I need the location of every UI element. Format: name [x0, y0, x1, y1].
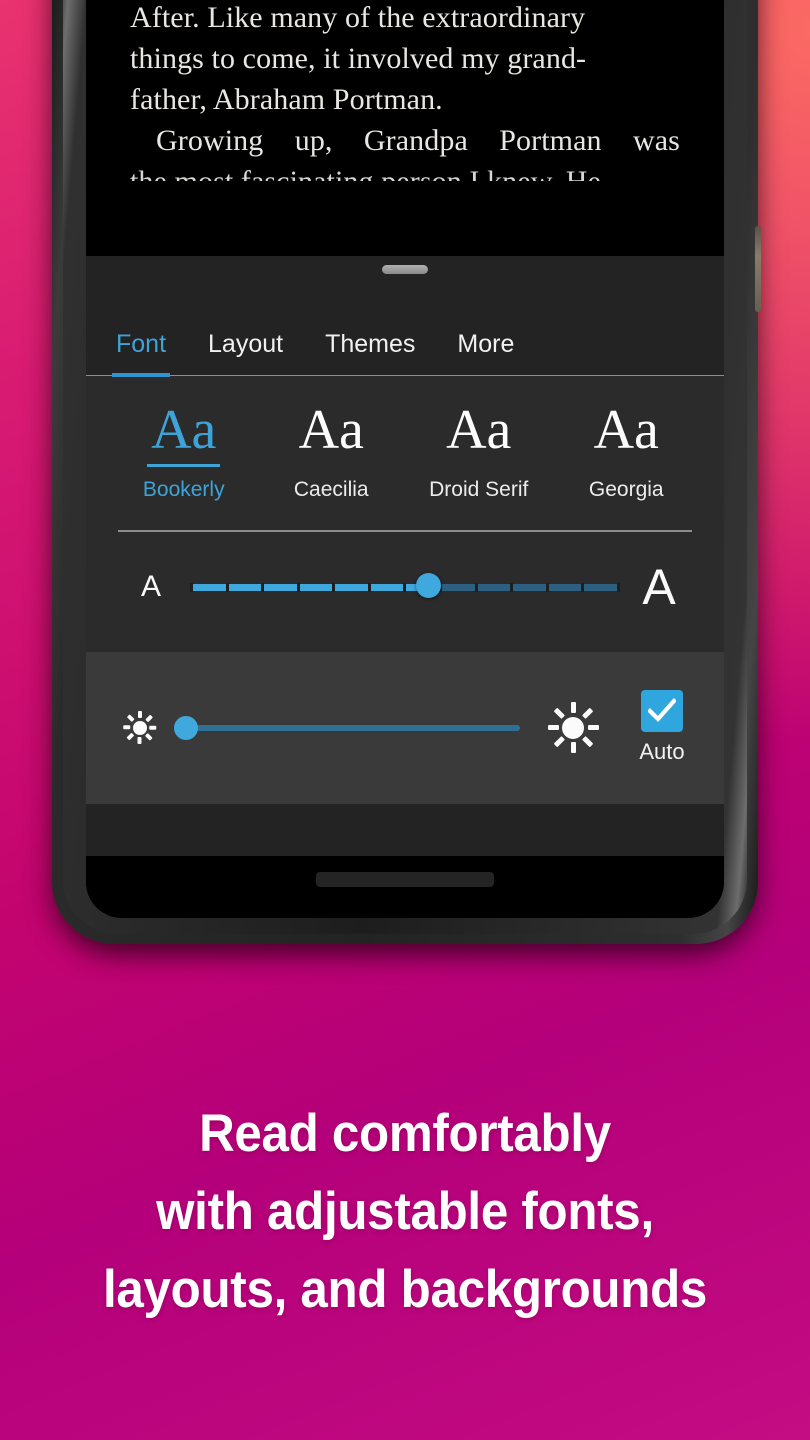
font-option-caecilia[interactable]: Aa Caecilia — [258, 394, 406, 512]
brightness-slider[interactable] — [174, 713, 528, 743]
font-sample-glyph: Aa — [593, 399, 659, 461]
font-sample-glyph: Aa — [446, 399, 512, 461]
book-word: Portman — [499, 124, 602, 157]
book-word: up, — [294, 124, 333, 157]
font-size-max-label: A — [642, 558, 676, 615]
font-sample-glyph: Aa — [147, 399, 221, 467]
home-indicator-bar[interactable] — [316, 872, 494, 887]
tab-layout[interactable]: Layout — [208, 330, 283, 375]
font-option-droid-serif[interactable]: Aa Droid Serif — [405, 394, 553, 512]
font-selection-zone: Aa Bookerly Aa Caecilia Aa Droid Serif A… — [86, 376, 724, 652]
font-size-row: A A — [86, 531, 724, 652]
sun-small-icon — [120, 708, 160, 748]
reader-settings-sheet: Font Layout Themes More Aa Bookerly Aa C… — [86, 256, 724, 856]
book-word: Grandpa — [363, 124, 468, 157]
font-option-georgia[interactable]: Aa Georgia — [553, 394, 701, 512]
phone-screen: split my life into halves: Before and Af… — [86, 0, 724, 918]
promo-caption-line-2: with adjustable fonts, — [156, 1182, 654, 1241]
font-option-label: Bookerly — [142, 478, 225, 501]
font-option-row: Aa Bookerly Aa Caecilia Aa Droid Serif A… — [86, 394, 724, 512]
font-option-label: Droid Serif — [429, 478, 529, 501]
home-indicator-area — [86, 856, 724, 918]
book-word: Growing — [156, 124, 264, 157]
font-sample-glyph: Aa — [298, 399, 364, 461]
sun-large-icon — [544, 699, 602, 757]
ebook-reading-page[interactable]: split my life into halves: Before and Af… — [86, 0, 724, 256]
phone-body: split my life into halves: Before and Af… — [52, 0, 761, 944]
book-text-line: Growing up, Grandpa Portman was — [130, 120, 680, 161]
tab-font[interactable]: Font — [111, 330, 171, 377]
auto-brightness-control[interactable]: Auto — [624, 690, 700, 765]
font-option-label: Georgia — [588, 478, 664, 501]
auto-brightness-label: Auto — [639, 739, 685, 764]
sheet-drag-handle[interactable] — [382, 265, 428, 274]
font-size-slider-thumb[interactable] — [416, 572, 442, 598]
check-icon — [648, 698, 676, 723]
tab-themes[interactable]: Themes — [325, 330, 415, 375]
brightness-slider-track — [182, 724, 520, 731]
promo-caption-line-1: Read comfortably — [199, 1104, 611, 1163]
book-word: was — [632, 124, 680, 157]
auto-brightness-checkbox[interactable] — [641, 690, 683, 732]
book-text-line-partial-bottom: the most fascinating person I knew. He — [130, 161, 680, 181]
power-button[interactable] — [755, 226, 761, 312]
promo-caption: Read comfortably with adjustable fonts, … — [28, 1095, 781, 1329]
font-size-min-label: A — [140, 569, 161, 603]
font-size-slider-fill — [190, 583, 428, 591]
book-text-line: father, Abraham Portman. — [130, 83, 443, 116]
font-size-slider[interactable] — [182, 569, 628, 605]
book-text-line: things to come, it involved my grand- — [130, 42, 587, 75]
phone-mockup: split my life into halves: Before and Af… — [52, 0, 761, 956]
promo-caption-line-3: layouts, and backgrounds — [102, 1260, 708, 1319]
font-option-label: Caecilia — [293, 478, 369, 501]
brightness-slider-thumb[interactable] — [174, 715, 198, 740]
book-text-line: After. Like many of the extraordinary — [130, 1, 586, 34]
brightness-row: Auto — [86, 651, 724, 804]
font-option-bookerly[interactable]: Aa Bookerly — [110, 394, 258, 512]
tab-more[interactable]: More — [457, 330, 514, 375]
settings-tab-bar: Font Layout Themes More — [86, 274, 724, 377]
